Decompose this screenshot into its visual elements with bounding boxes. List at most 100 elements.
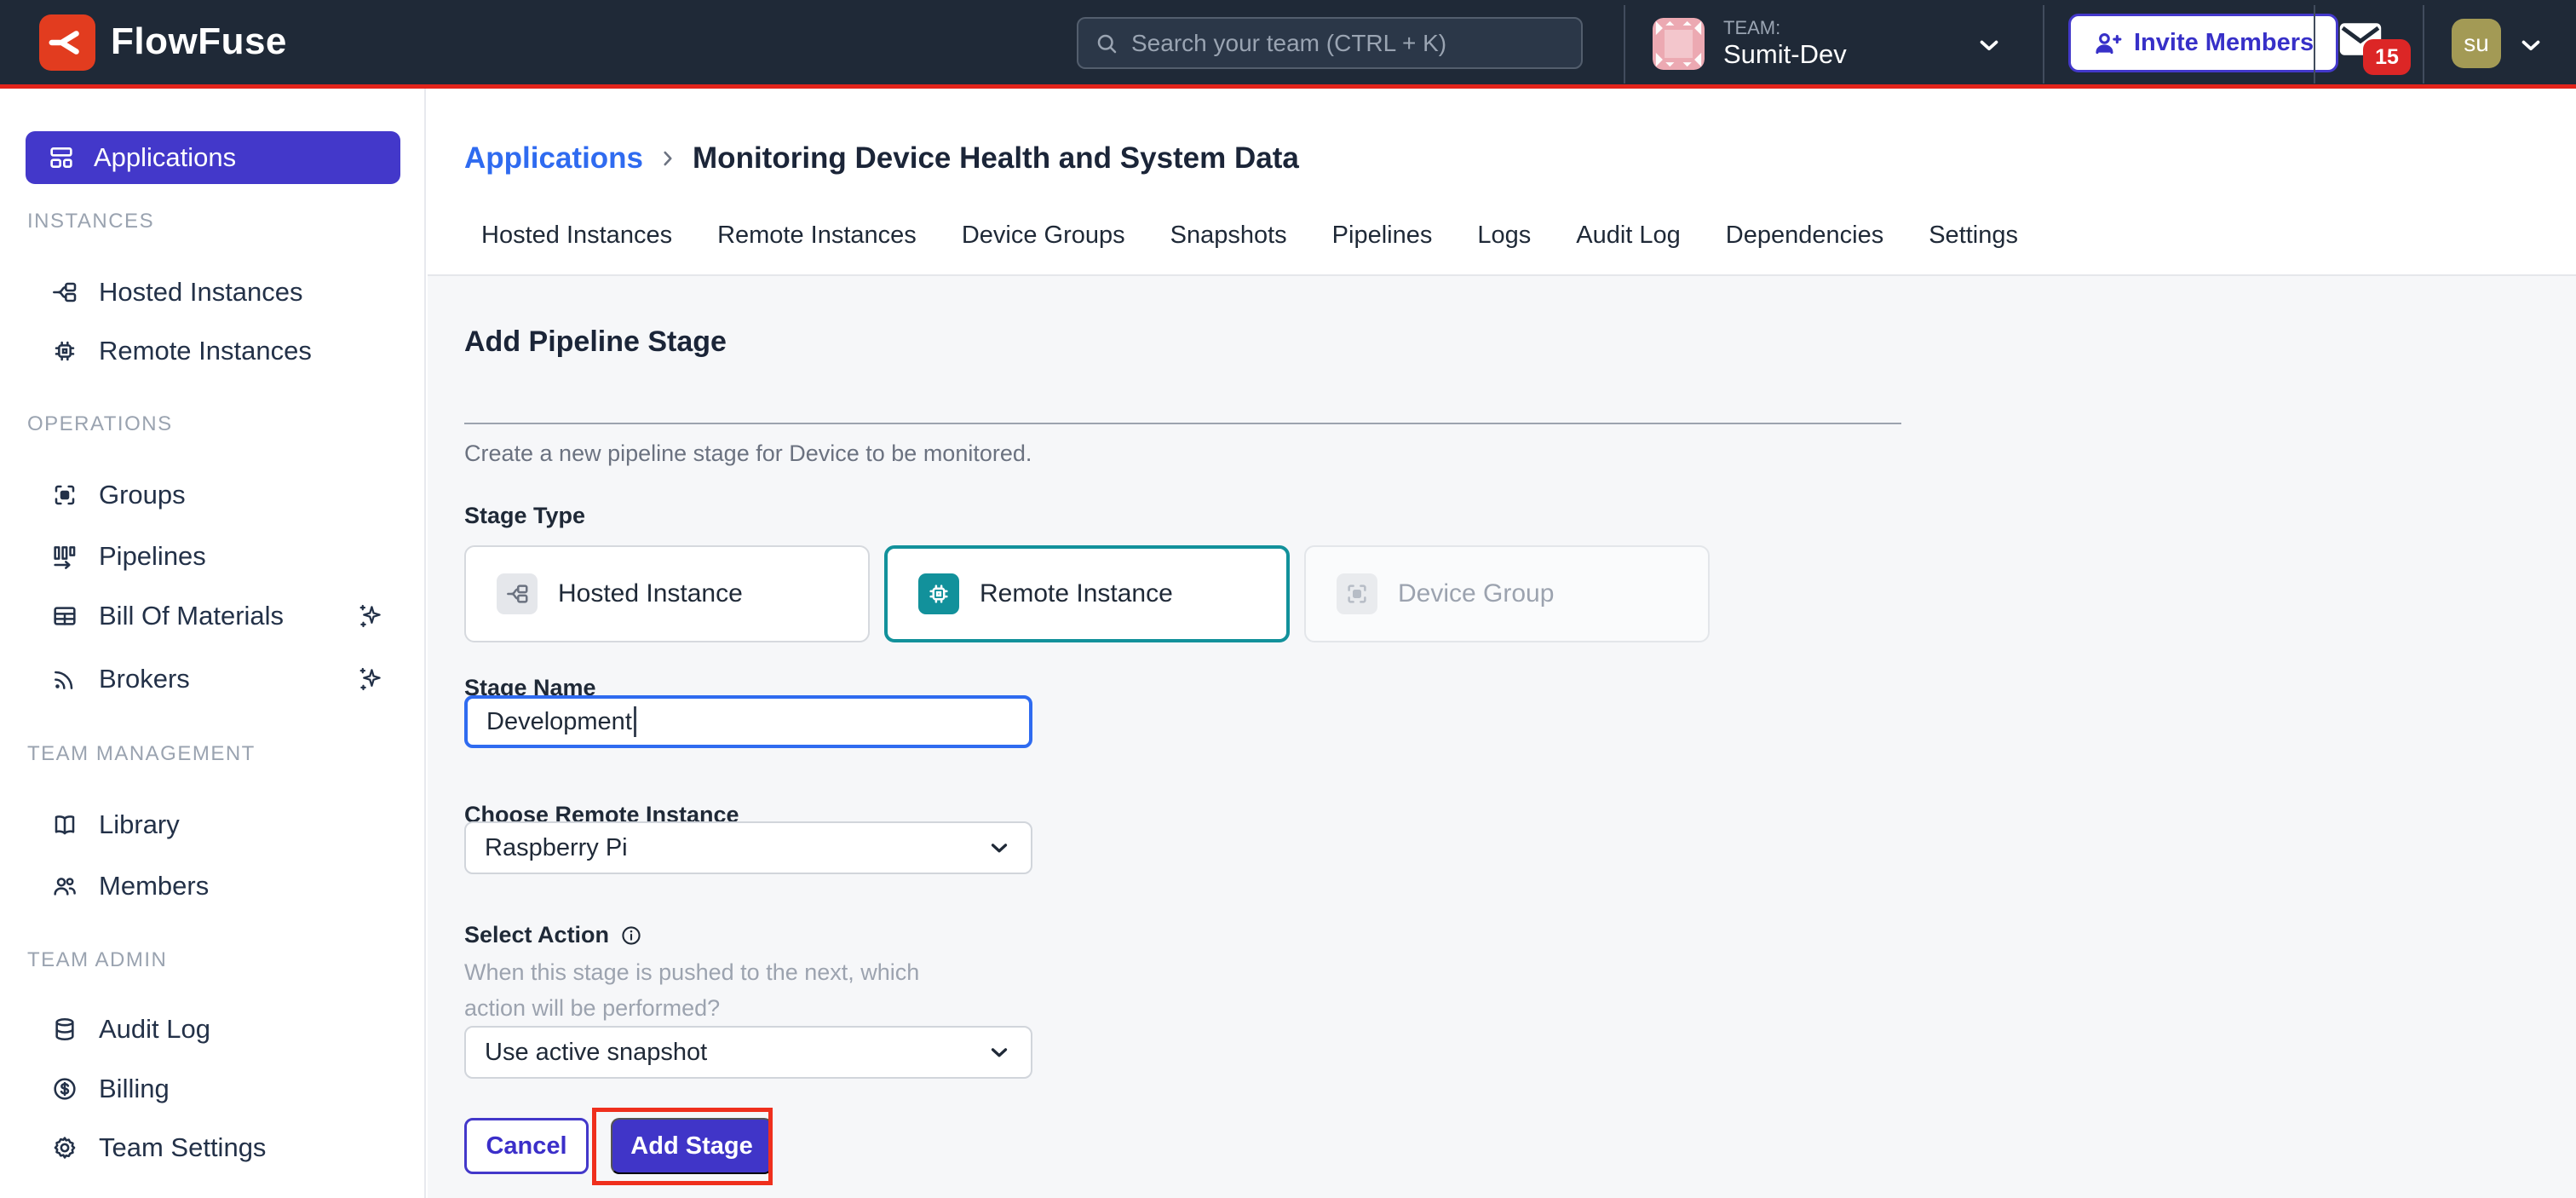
tab-remote-instances[interactable]: Remote Instances xyxy=(717,222,917,250)
audit-log-icon xyxy=(51,1016,78,1043)
form-actions: Cancel Add Stage xyxy=(464,1118,773,1174)
sidebar-section-instances: INSTANCES xyxy=(27,210,154,233)
sidebar-item-remote-instances[interactable]: Remote Instances xyxy=(0,324,424,378)
applications-icon xyxy=(48,144,75,171)
tab-device-groups[interactable]: Device Groups xyxy=(962,222,1125,250)
stage-type-option-label: Remote Instance xyxy=(980,579,1173,608)
sidebar-item-label: Applications xyxy=(94,142,236,173)
team-avatar[interactable] xyxy=(1653,18,1705,70)
flowfuse-app: FlowFuse TEAM: Sumit-Dev Invite Members xyxy=(0,0,2576,1198)
stage-type-remote-instance-card[interactable]: Remote Instance xyxy=(884,545,1290,642)
groups-icon xyxy=(51,481,78,509)
page-title: Monitoring Device Health and System Data xyxy=(693,141,1299,176)
search-icon xyxy=(1094,31,1119,56)
sidebar-item-label: Pipelines xyxy=(99,541,206,572)
top-navbar: FlowFuse TEAM: Sumit-Dev Invite Members xyxy=(0,0,2576,89)
topbar-divider xyxy=(1624,5,1625,84)
stage-type-device-group-card: Device Group xyxy=(1304,545,1710,642)
sidebar-item-label: Library xyxy=(99,809,180,840)
main-content: Applications Monitoring Device Health an… xyxy=(428,89,2576,1198)
pipelines-icon xyxy=(51,543,78,570)
notification-count-badge: 15 xyxy=(2363,39,2411,75)
stage-type-label: Stage Type xyxy=(464,503,585,529)
sidebar-item-label: Members xyxy=(99,871,209,901)
sidebar-item-label: Brokers xyxy=(99,664,190,694)
team-search[interactable] xyxy=(1077,17,1583,69)
team-chevron-down-icon[interactable] xyxy=(1975,31,2004,60)
team-label: TEAM: xyxy=(1723,17,1780,39)
hosted-instances-icon xyxy=(51,279,78,306)
sidebar-item-brokers[interactable]: Brokers xyxy=(0,652,424,706)
team-name[interactable]: Sumit-Dev xyxy=(1723,39,1847,70)
tab-hosted-instances[interactable]: Hosted Instances xyxy=(481,222,672,250)
sidebar-item-audit-log[interactable]: Audit Log xyxy=(0,1002,424,1057)
sidebar-item-billing[interactable]: Billing xyxy=(0,1062,424,1116)
brand-title: FlowFuse xyxy=(111,20,287,63)
invite-members-label: Invite Members xyxy=(2134,29,2314,57)
sidebar-item-label: Hosted Instances xyxy=(99,277,303,308)
action-select[interactable]: Use active snapshot xyxy=(464,1026,1032,1079)
sidebar-item-label: Groups xyxy=(99,480,186,510)
sidebar-item-pipelines[interactable]: Pipelines xyxy=(0,529,424,584)
user-avatar[interactable]: su xyxy=(2452,19,2501,68)
sidebar-item-label: Audit Log xyxy=(99,1014,210,1045)
form-title: Add Pipeline Stage xyxy=(464,325,727,359)
tab-snapshots[interactable]: Snapshots xyxy=(1170,222,1287,250)
action-value: Use active snapshot xyxy=(485,1039,707,1067)
text-cursor xyxy=(634,706,636,737)
user-menu-chevron-down-icon[interactable] xyxy=(2516,31,2545,60)
sparkles-icon xyxy=(356,602,385,631)
chevron-down-icon xyxy=(986,1040,1012,1065)
hosted-instance-icon xyxy=(497,573,538,614)
tab-dependencies[interactable]: Dependencies xyxy=(1726,222,1883,250)
sidebar-item-label: Team Settings xyxy=(99,1132,266,1163)
topbar-divider xyxy=(2423,5,2424,84)
sidebar-section-team-management: TEAM MANAGEMENT xyxy=(27,742,256,766)
stage-type-option-label: Hosted Instance xyxy=(558,579,743,608)
topbar-divider xyxy=(2043,5,2044,84)
notifications-button[interactable]: 15 xyxy=(2337,20,2414,80)
stage-type-hosted-instance-card[interactable]: Hosted Instance xyxy=(464,545,870,642)
team-settings-gear-icon xyxy=(51,1134,78,1161)
search-input[interactable] xyxy=(1131,30,1566,57)
chevron-down-icon xyxy=(986,835,1012,861)
tab-pipelines[interactable]: Pipelines xyxy=(1332,222,1433,250)
stage-type-options: Hosted Instance Remote Instance Device G… xyxy=(464,545,1710,642)
user-plus-icon xyxy=(2093,29,2122,58)
sidebar-item-groups[interactable]: Groups xyxy=(0,468,424,522)
tab-settings[interactable]: Settings xyxy=(1929,222,2018,250)
sidebar-item-applications[interactable]: Applications xyxy=(26,131,400,184)
sidebar-item-members[interactable]: Members xyxy=(0,859,424,913)
sidebar-item-team-settings[interactable]: Team Settings xyxy=(0,1120,424,1175)
cancel-button[interactable]: Cancel xyxy=(464,1118,589,1174)
info-icon[interactable] xyxy=(619,924,643,947)
remote-instance-icon xyxy=(918,573,959,614)
breadcrumb-applications-link[interactable]: Applications xyxy=(464,141,643,176)
chevron-right-icon xyxy=(657,147,679,170)
sidebar-section-operations: OPERATIONS xyxy=(27,412,173,436)
remote-instance-select[interactable]: Raspberry Pi xyxy=(464,821,1032,874)
sidebar-item-label: Remote Instances xyxy=(99,336,312,366)
topbar-divider xyxy=(2314,5,2315,84)
sidebar-item-label: Bill Of Materials xyxy=(99,601,284,631)
select-action-label: Select Action xyxy=(464,922,609,948)
add-stage-button[interactable]: Add Stage xyxy=(611,1118,773,1174)
stage-type-option-label: Device Group xyxy=(1398,579,1554,608)
title-divider xyxy=(464,423,1901,424)
bill-of-materials-icon xyxy=(51,602,78,630)
stage-name-input[interactable]: Development xyxy=(464,695,1032,748)
sidebar-item-bill-of-materials[interactable]: Bill Of Materials xyxy=(0,589,424,643)
sidebar-item-hosted-instances[interactable]: Hosted Instances xyxy=(0,265,424,320)
select-action-row: Select Action xyxy=(464,922,643,948)
billing-icon xyxy=(51,1075,78,1103)
tab-audit-log[interactable]: Audit Log xyxy=(1576,222,1681,250)
tab-logs[interactable]: Logs xyxy=(1477,222,1531,250)
application-tabs: Hosted Instances Remote Instances Device… xyxy=(481,222,2018,250)
flowfuse-logo-icon[interactable] xyxy=(39,14,95,71)
sidebar-item-library[interactable]: Library xyxy=(0,798,424,852)
sparkles-icon xyxy=(356,665,385,694)
invite-members-button[interactable]: Invite Members xyxy=(2068,14,2338,72)
add-pipeline-stage-panel: Add Pipeline Stage Create a new pipeline… xyxy=(428,274,2576,1198)
device-group-icon xyxy=(1337,573,1377,614)
sidebar-item-label: Billing xyxy=(99,1074,170,1104)
